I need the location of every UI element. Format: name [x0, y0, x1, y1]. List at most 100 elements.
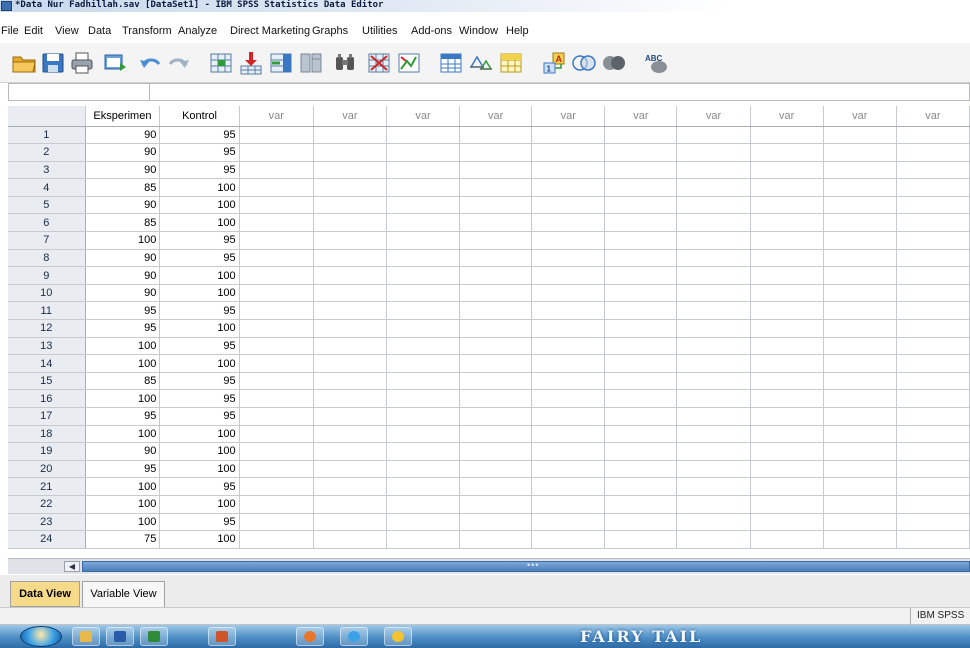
data-cell[interactable]: 90: [85, 249, 161, 268]
data-cell[interactable]: 95: [159, 477, 240, 496]
empty-cell[interactable]: [531, 196, 606, 215]
data-cell[interactable]: 95: [159, 337, 240, 356]
empty-cell[interactable]: [459, 301, 533, 321]
empty-cell[interactable]: [750, 442, 824, 461]
empty-cell[interactable]: [823, 460, 897, 479]
save-icon[interactable]: [40, 51, 66, 75]
data-cell[interactable]: 100: [159, 530, 240, 549]
empty-cell[interactable]: [896, 354, 970, 373]
empty-cell[interactable]: [896, 266, 970, 285]
undo-icon[interactable]: [137, 51, 163, 75]
data-cell[interactable]: 100: [159, 354, 240, 373]
empty-cell[interactable]: [604, 178, 678, 197]
empty-cell[interactable]: [313, 213, 387, 233]
empty-cell[interactable]: [459, 196, 533, 215]
empty-cell[interactable]: [531, 284, 606, 303]
empty-cell[interactable]: [386, 249, 461, 268]
row-number-header[interactable]: 3: [8, 161, 86, 180]
empty-cell[interactable]: [313, 266, 387, 285]
empty-cell[interactable]: [604, 389, 678, 408]
empty-cell[interactable]: [823, 495, 897, 514]
empty-cell[interactable]: [386, 301, 461, 321]
row-number-header[interactable]: 22: [8, 495, 86, 514]
empty-cell[interactable]: [750, 249, 824, 268]
data-cell[interactable]: 95: [85, 407, 161, 426]
empty-cell[interactable]: [531, 231, 606, 250]
empty-cell[interactable]: [750, 337, 824, 356]
data-cell[interactable]: 85: [85, 178, 161, 197]
empty-cell[interactable]: [823, 389, 897, 408]
empty-cell[interactable]: [239, 249, 314, 268]
data-cell[interactable]: 100: [159, 442, 240, 461]
empty-cell[interactable]: [386, 319, 461, 338]
empty-cell[interactable]: [459, 477, 533, 496]
empty-cell[interactable]: [676, 178, 751, 197]
empty-cell[interactable]: [604, 407, 678, 426]
column-header-var[interactable]: var: [531, 106, 606, 127]
empty-cell[interactable]: [239, 178, 314, 197]
data-cell[interactable]: 95: [159, 249, 240, 268]
empty-cell[interactable]: [896, 319, 970, 338]
empty-cell[interactable]: [313, 161, 387, 180]
empty-cell[interactable]: [676, 425, 751, 444]
insert-variable-icon[interactable]: [268, 51, 294, 75]
empty-cell[interactable]: [604, 249, 678, 268]
empty-cell[interactable]: [823, 178, 897, 197]
empty-cell[interactable]: [531, 372, 606, 391]
empty-cell[interactable]: [896, 460, 970, 479]
empty-cell[interactable]: [386, 477, 461, 496]
menu-edit[interactable]: Edit: [24, 24, 43, 38]
column-header-var[interactable]: var: [459, 106, 533, 127]
empty-cell[interactable]: [386, 126, 461, 145]
empty-cell[interactable]: [896, 372, 970, 391]
data-cell[interactable]: 95: [159, 372, 240, 391]
empty-cell[interactable]: [459, 530, 533, 549]
column-header-var[interactable]: var: [604, 106, 678, 127]
empty-cell[interactable]: [531, 495, 606, 514]
empty-cell[interactable]: [386, 284, 461, 303]
empty-cell[interactable]: [896, 196, 970, 215]
empty-cell[interactable]: [313, 319, 387, 338]
weight-cases-icon[interactable]: [396, 51, 422, 75]
empty-cell[interactable]: [313, 354, 387, 373]
data-cell[interactable]: 100: [85, 389, 161, 408]
empty-cell[interactable]: [531, 161, 606, 180]
row-number-header[interactable]: 5: [8, 196, 86, 215]
empty-cell[interactable]: [239, 495, 314, 514]
redo-icon[interactable]: [166, 51, 192, 75]
empty-cell[interactable]: [823, 530, 897, 549]
empty-cell[interactable]: [750, 126, 824, 145]
row-number-header[interactable]: 24: [8, 530, 86, 549]
empty-cell[interactable]: [386, 213, 461, 233]
empty-cell[interactable]: [676, 126, 751, 145]
data-cell[interactable]: 100: [85, 425, 161, 444]
empty-cell[interactable]: [823, 407, 897, 426]
empty-cell[interactable]: [604, 213, 678, 233]
empty-cell[interactable]: [313, 513, 387, 532]
empty-cell[interactable]: [386, 266, 461, 285]
empty-cell[interactable]: [531, 301, 606, 321]
empty-cell[interactable]: [604, 495, 678, 514]
data-cell[interactable]: 95: [159, 143, 240, 162]
empty-cell[interactable]: [896, 249, 970, 268]
empty-cell[interactable]: [386, 178, 461, 197]
empty-cell[interactable]: [386, 196, 461, 215]
empty-cell[interactable]: [604, 284, 678, 303]
data-cell[interactable]: 100: [159, 460, 240, 479]
empty-cell[interactable]: [386, 495, 461, 514]
data-cell[interactable]: 90: [85, 161, 161, 180]
empty-cell[interactable]: [750, 319, 824, 338]
data-cell[interactable]: 95: [159, 161, 240, 180]
empty-cell[interactable]: [896, 143, 970, 162]
empty-cell[interactable]: [239, 266, 314, 285]
empty-cell[interactable]: [896, 425, 970, 444]
empty-cell[interactable]: [750, 266, 824, 285]
empty-cell[interactable]: [386, 460, 461, 479]
empty-cell[interactable]: [313, 249, 387, 268]
empty-cell[interactable]: [531, 354, 606, 373]
empty-cell[interactable]: [313, 442, 387, 461]
empty-cell[interactable]: [750, 178, 824, 197]
empty-cell[interactable]: [386, 407, 461, 426]
row-number-header[interactable]: 12: [8, 319, 86, 338]
column-header-var[interactable]: var: [823, 106, 897, 127]
